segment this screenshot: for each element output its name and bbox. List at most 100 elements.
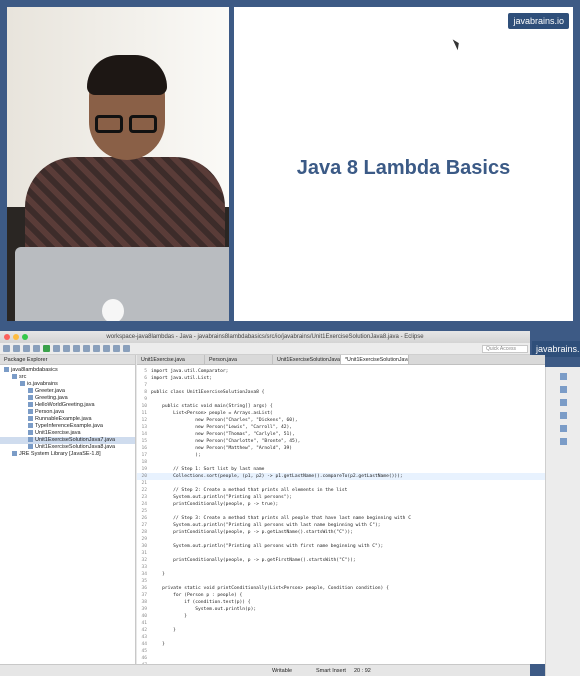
code-line: 36 private static void printConditionall… <box>137 585 545 592</box>
package-explorer: Package Explorer java8lambdabasics src io.… <box>0 355 136 664</box>
tree-item-label: java8lambdabasics <box>11 367 58 373</box>
code-line: 40 } <box>137 613 545 620</box>
tree-item[interactable]: Greeter.java <box>0 388 135 395</box>
code-line: 26 // Step 3: Create a method that print… <box>137 515 545 522</box>
tree-item[interactable]: java8lambdabasics <box>0 367 135 374</box>
tree-item[interactable]: RunnableExample.java <box>0 416 135 423</box>
quick-access-input[interactable]: Quick Access <box>482 345 528 353</box>
external-tools-icon[interactable] <box>53 345 60 352</box>
code-text: printConditionally(people, p -> p.getLas… <box>151 530 353 535</box>
tree-item-label: src <box>19 374 27 380</box>
tree-item[interactable]: TypeInferenceExample.java <box>0 423 135 430</box>
open-type-icon[interactable] <box>93 345 100 352</box>
tree-item-label: HelloWorldGreeting.java <box>35 402 95 408</box>
run-icon[interactable] <box>43 345 50 352</box>
code-text: new Person("Charlotte", "Bronte", 45), <box>151 439 301 444</box>
code-line: 38 if (condition.test(p)) { <box>137 599 545 606</box>
code-line: 21 <box>137 480 545 487</box>
code-line: 31 <box>137 550 545 557</box>
new-package-icon[interactable] <box>63 345 70 352</box>
tree-item[interactable]: Unit1ExerciseSolutionJava7.java <box>0 437 135 444</box>
tree-item-label: Unit1Exercise.java <box>35 430 81 436</box>
file-icon <box>28 416 33 422</box>
line-number: 15 <box>141 439 147 444</box>
file-icon <box>28 430 33 436</box>
tree-item[interactable]: src <box>0 374 135 381</box>
code-line: 24 printConditionally(people, p -> true)… <box>137 501 545 508</box>
eclipse-window: workspace-java8lambdas - Java - javabrai… <box>0 331 545 676</box>
code-text: public class Unit1ExerciseSolutionJava8 … <box>151 390 265 395</box>
code-line: 7 <box>137 382 545 389</box>
new-icon[interactable] <box>3 345 10 352</box>
declaration-icon[interactable] <box>559 425 567 432</box>
slide: javabrains.io Java 8 Lambda Basics <box>234 7 573 321</box>
line-number: 6 <box>144 376 147 381</box>
code-line: 45 <box>137 648 545 655</box>
code-line: 25 <box>137 508 545 515</box>
line-number: 46 <box>141 656 147 661</box>
tree-item[interactable]: Unit1ExerciseSolutionJava8.java <box>0 444 135 451</box>
code-text: } <box>151 642 165 647</box>
line-number: 42 <box>141 628 147 633</box>
code-text: import java.util.List; <box>151 376 212 381</box>
code-line: 19 // Step 1: Sort list by last name <box>137 466 545 473</box>
editor-tab[interactable]: *Unit1ExerciseSolutionJava8.java <box>341 355 409 364</box>
tree-item[interactable]: Greeting.java <box>0 395 135 402</box>
line-number: 12 <box>141 418 147 423</box>
code-line: 16 new Person("Matthew", "Arnold", 39) <box>137 445 545 452</box>
code-area[interactable]: 5 import java.util.Comparator; 6 import jav… <box>137 365 545 669</box>
code-text: import java.util.Comparator; <box>151 369 229 374</box>
tree-item-label: RunnableExample.java <box>35 416 92 422</box>
code-line: 30 System.out.println("Printing all pers… <box>137 543 545 550</box>
line-number: 10 <box>141 404 147 409</box>
code-text: public static void main(String[] args) { <box>151 404 273 409</box>
code-text: // Step 1: Sort list by last name <box>151 467 265 472</box>
presenter-glasses <box>95 115 159 133</box>
problems-icon[interactable] <box>559 399 567 406</box>
line-number: 13 <box>141 425 147 430</box>
debug-icon[interactable] <box>33 345 40 352</box>
code-text: // Step 2: Create a method that prints a… <box>151 488 348 493</box>
editor-tab[interactable]: Person.java <box>205 355 273 364</box>
tree-item[interactable]: Unit1Exercise.java <box>0 430 135 437</box>
editor-tab[interactable]: Unit1Exercise.java <box>137 355 205 364</box>
code-text: private static void printConditionally(L… <box>151 586 389 591</box>
code-line: 11 List<Person> people = Arrays.asList( <box>137 410 545 417</box>
code-text: ); <box>151 453 201 458</box>
search-icon[interactable] <box>83 345 90 352</box>
window-title: workspace-java8lambdas - Java - javabrai… <box>106 334 424 340</box>
tree-item-label: JRE System Library [JavaSE-1.8] <box>19 451 101 457</box>
tree-item[interactable]: io.javabrains <box>0 381 135 388</box>
code-editor[interactable]: Unit1Exercise.java Person.java Unit1Exerci… <box>137 355 545 668</box>
code-line: 17 ); <box>137 452 545 459</box>
tree-item[interactable]: HelloWorldGreeting.java <box>0 402 135 409</box>
code-text: Collections.sort(people, (p1, p2) -> p1.… <box>151 474 403 479</box>
line-number: 17 <box>141 453 147 458</box>
tree-item[interactable]: JRE System Library [JavaSE-1.8] <box>0 451 135 458</box>
editor-tab[interactable]: Unit1ExerciseSolutionJava7.java <box>273 355 341 364</box>
line-number: 5 <box>144 369 147 374</box>
code-text: printConditionally(people, p -> p.getFir… <box>151 558 356 563</box>
code-text: System.out.println("Printing all persons… <box>151 544 384 549</box>
line-number: 14 <box>141 432 147 437</box>
project-tree: java8lambdabasics src io.javabrains Greeter… <box>0 365 135 458</box>
outline-icon[interactable] <box>559 373 567 380</box>
new-class-icon[interactable] <box>73 345 80 352</box>
print-icon[interactable] <box>23 345 30 352</box>
code-text: } <box>151 628 176 633</box>
annotation-icon[interactable] <box>103 345 110 352</box>
task-list-icon[interactable] <box>559 386 567 393</box>
forward-icon[interactable] <box>123 345 130 352</box>
tree-item-label: Greeter.java <box>35 388 65 394</box>
back-icon[interactable] <box>113 345 120 352</box>
line-number: 23 <box>141 495 147 500</box>
save-icon[interactable] <box>13 345 20 352</box>
javadoc-icon[interactable] <box>559 412 567 419</box>
code-text: if (condition.test(p)) { <box>151 600 251 605</box>
file-icon <box>28 402 33 408</box>
code-text: List<Person> people = Arrays.asList( <box>151 411 273 416</box>
file-icon <box>28 423 33 429</box>
line-number: 31 <box>141 551 147 556</box>
console-icon[interactable] <box>559 438 567 445</box>
tree-item[interactable]: Person.java <box>0 409 135 416</box>
